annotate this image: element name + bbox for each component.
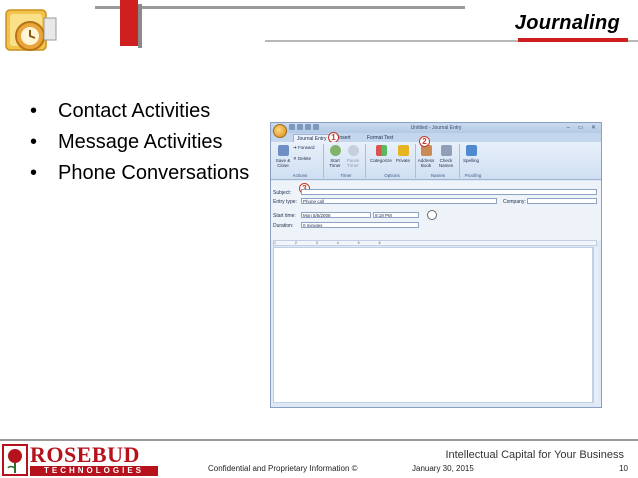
brand-name: ROSEBUD (30, 442, 140, 467)
ribbon-tabs: Journal Entry Insert Format Text 1 (271, 132, 601, 143)
rosebud-logo: ROSEBUD TECHNOLOGIES (2, 444, 162, 478)
slide-title: Journaling (514, 12, 620, 34)
confidential-notice: Confidential and Proprietary Information… (208, 464, 358, 473)
start-timer-icon (329, 145, 341, 156)
title-underline (518, 38, 628, 42)
group-label-names: Names (430, 173, 446, 178)
bullet-item: • Phone Conversations (30, 158, 249, 189)
forward-button[interactable]: ➔ Forward (293, 145, 319, 150)
ribbon-separator (459, 144, 460, 178)
delete-button[interactable]: ✕ Delete (293, 156, 319, 161)
start-timer-button[interactable]: Start Timer (327, 145, 343, 168)
check-names-label: Check Names (438, 158, 454, 168)
categorize-icon (375, 145, 387, 156)
rose-emblem-icon (2, 444, 28, 476)
bullet-text: Phone Conversations (58, 162, 250, 184)
delete-label: Delete (298, 156, 312, 161)
footer-tagline: Intellectual Capital for Your Business (445, 449, 624, 461)
bullet-glyph: • (30, 131, 38, 153)
footer-rule (0, 439, 638, 441)
subject-input[interactable] (301, 189, 597, 195)
ribbon-separator (323, 144, 324, 178)
bullet-glyph: • (30, 100, 38, 122)
header-accent-shadow (138, 4, 142, 48)
address-book-button[interactable]: Address Book (417, 145, 435, 168)
bullet-glyph: • (30, 162, 38, 184)
lock-icon (397, 145, 409, 156)
callout-badge-2: 2 (419, 136, 430, 147)
company-label: Company: (503, 199, 526, 205)
group-label-proofing: Proofing (464, 173, 482, 178)
group-label-timer: Timer (340, 173, 352, 178)
text-ruler: 1 2 3 4 5 6 (273, 240, 597, 246)
subject-label: Subject: (273, 190, 292, 196)
save-close-button[interactable]: Save & Close (275, 145, 291, 168)
save-close-label: Save & Close (275, 158, 291, 168)
start-time-label: Start time: (273, 213, 296, 219)
start-date-input[interactable]: Mon 5/5/2008 (301, 212, 371, 218)
group-label-actions: Actions (292, 173, 308, 178)
window-controls[interactable]: – ▭ ✕ (567, 124, 599, 131)
window-title: Untitled - Journal Entry (410, 125, 462, 131)
page-number: 10 (619, 464, 628, 473)
brand-subtitle: TECHNOLOGIES (30, 466, 158, 476)
group-label-options: Options (384, 173, 400, 178)
journal-form: 3 Subject: Entry type: Phone call Compan… (271, 181, 601, 241)
start-timer-label: Start Timer (329, 158, 341, 168)
pause-timer-icon (347, 145, 359, 156)
private-label: Private (395, 158, 410, 163)
vertical-scrollbar[interactable] (593, 247, 599, 403)
timer-clock-icon (427, 210, 437, 220)
bullet-item: • Message Activities (30, 127, 249, 158)
categorize-label: Categorize (370, 158, 392, 163)
footer-date: January 30, 2015 (412, 464, 474, 473)
notes-body[interactable] (273, 247, 593, 403)
bullet-text: Contact Activities (58, 100, 211, 122)
bullet-list: • Contact Activities • Message Activities … (30, 96, 249, 189)
entry-type-select[interactable]: Phone call (301, 198, 497, 204)
check-names-button[interactable]: Check Names (437, 145, 455, 168)
bullet-text: Message Activities (58, 131, 223, 153)
company-input[interactable] (527, 198, 597, 204)
private-button[interactable]: Private (395, 145, 411, 163)
outlook-logo-icon (4, 6, 60, 58)
entry-type-label: Entry type: (273, 199, 297, 205)
ribbon-separator (365, 144, 366, 178)
bullet-item: • Contact Activities (30, 96, 249, 127)
header-red-accent (120, 0, 138, 46)
office-button-icon[interactable] (273, 124, 287, 138)
address-book-label: Address Book (417, 158, 435, 168)
categorize-button[interactable]: Categorize (369, 145, 393, 163)
spelling-button[interactable]: Spelling (461, 145, 481, 163)
spelling-icon (465, 145, 477, 156)
start-time-input[interactable]: 9:19 PM (373, 212, 419, 218)
spelling-label: Spelling (462, 158, 479, 163)
window-titlebar: Untitled - Journal Entry – ▭ ✕ (271, 123, 601, 138)
check-names-icon (440, 145, 452, 156)
tab-format-text[interactable]: Format Text (364, 134, 396, 142)
journal-entry-window: Untitled - Journal Entry – ▭ ✕ Journal E… (270, 122, 602, 408)
header-rule (95, 6, 465, 9)
forward-label: Forward (298, 145, 315, 150)
ribbon: Save & Close ➔ Forward ✕ Delete Start Ti… (271, 136, 601, 180)
save-close-icon (277, 145, 289, 156)
duration-select[interactable]: 0 minutes (301, 222, 419, 228)
duration-label: Duration: (273, 223, 294, 229)
ribbon-separator (415, 144, 416, 178)
pause-timer-label: Pause Timer (346, 158, 360, 168)
pause-timer-button[interactable]: Pause Timer (345, 145, 361, 168)
